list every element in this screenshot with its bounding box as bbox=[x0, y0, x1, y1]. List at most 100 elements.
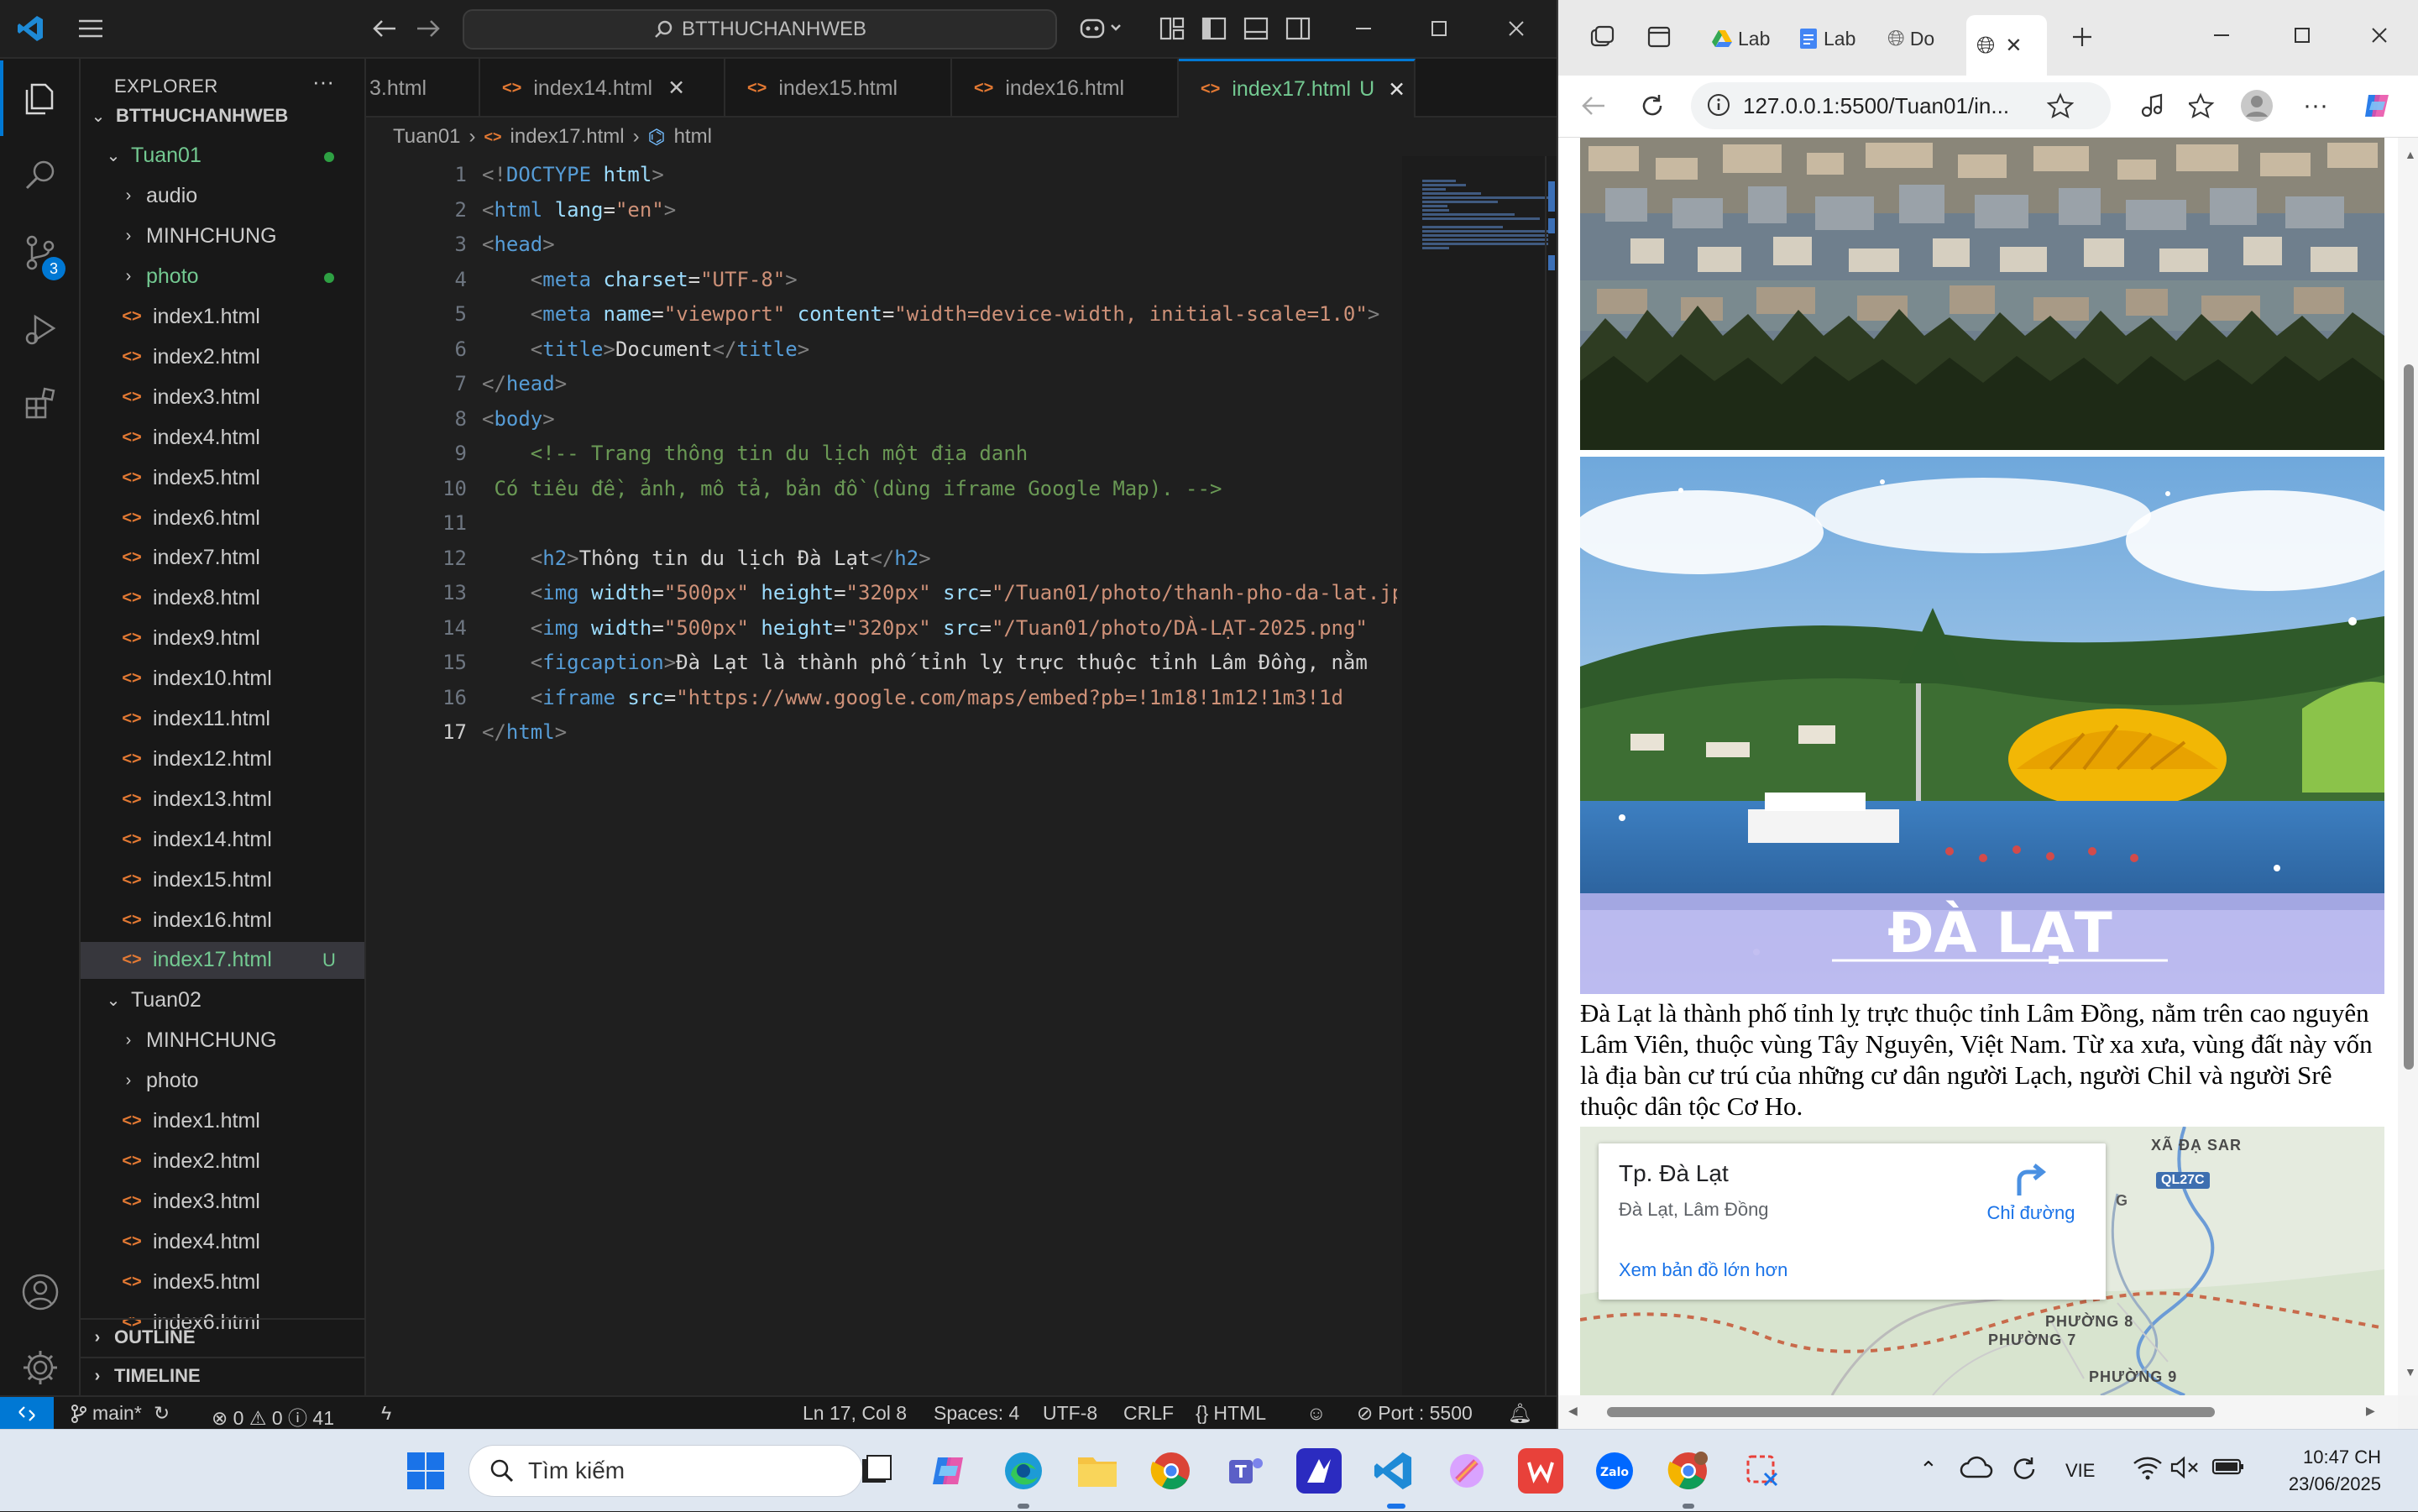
show-hidden-icons-chevron-up-icon[interactable]: ⌃ bbox=[1919, 1457, 1938, 1483]
tree-file-item[interactable]: <> index8.html bbox=[81, 580, 364, 617]
teams-icon[interactable]: T bbox=[1222, 1448, 1268, 1494]
minimap[interactable] bbox=[1402, 156, 1557, 1395]
git-branch[interactable]: main* ↻ bbox=[71, 1402, 170, 1425]
view-larger-map-link[interactable]: Xem bản đồ lớn hơn bbox=[1619, 1259, 1787, 1281]
input-language[interactable]: VIE bbox=[2065, 1460, 2095, 1482]
remote-indicator-icon[interactable] bbox=[0, 1397, 54, 1431]
volume-muted-icon[interactable] bbox=[2169, 1455, 2200, 1480]
breadcrumb-folder[interactable]: Tuan01 bbox=[393, 125, 461, 149]
tree-folder-item[interactable]: › photo bbox=[81, 1063, 364, 1100]
vertical-scroll-thumb[interactable] bbox=[2404, 364, 2414, 1070]
tree-file-item[interactable]: <> index4.html bbox=[81, 1223, 364, 1260]
toggle-secondary-sidebar-icon[interactable] bbox=[1281, 12, 1315, 45]
code-line[interactable]: <meta name="viewport" content="width=dev… bbox=[482, 302, 1397, 326]
visual-studio-icon[interactable] bbox=[1296, 1448, 1342, 1494]
wifi-icon[interactable] bbox=[2133, 1455, 2163, 1480]
tree-folder-item[interactable]: › audio bbox=[81, 178, 364, 215]
browser-tab-lab-2[interactable]: Lab bbox=[1798, 18, 1855, 59]
tree-file-item[interactable]: <> index4.html bbox=[81, 419, 364, 456]
profile-avatar[interactable] bbox=[2240, 89, 2274, 123]
wps-office-icon[interactable] bbox=[1518, 1448, 1563, 1494]
scroll-down-arrow-icon[interactable]: ▼ bbox=[2405, 1365, 2416, 1379]
accounts-icon[interactable] bbox=[0, 1254, 81, 1330]
cursor-position[interactable]: Ln 17, Col 8 bbox=[803, 1402, 907, 1425]
tree-file-item[interactable]: <> index13.html bbox=[81, 781, 364, 818]
taskbar-search[interactable]: Tìm kiếm bbox=[468, 1445, 863, 1497]
code-area[interactable]: 1 <!DOCTYPE html> 2 <html lang="en"> 3 <head>… bbox=[366, 156, 1397, 1395]
zalo-icon[interactable]: Zalo bbox=[1592, 1448, 1637, 1494]
tree-folder-item[interactable]: ⌄ Tuan01 bbox=[81, 138, 364, 175]
notifications-bell-icon[interactable]: 🔔︎ bbox=[1508, 1402, 1532, 1425]
tree-file-item[interactable]: <> index3.html bbox=[81, 379, 364, 416]
code-line[interactable]: <img width="500px" height="320px" src="/… bbox=[482, 581, 1397, 604]
tree-file-item[interactable]: <> index1.html bbox=[81, 1103, 364, 1140]
task-view-icon[interactable] bbox=[853, 1448, 898, 1494]
scroll-left-arrow-icon[interactable]: ◀ bbox=[1568, 1404, 1578, 1418]
read-aloud-icon[interactable] bbox=[2136, 89, 2169, 123]
tree-file-item[interactable]: <> index3.html bbox=[81, 1183, 364, 1220]
back-arrow-icon[interactable] bbox=[368, 12, 401, 45]
maximize-icon[interactable] bbox=[2285, 18, 2319, 52]
tree-folder-item[interactable]: › MINHCHUNG bbox=[81, 218, 364, 255]
battery-icon[interactable] bbox=[2211, 1457, 2245, 1477]
minimize-icon[interactable] bbox=[2205, 18, 2238, 52]
tab-index14[interactable]: <> index14.html ✕ bbox=[480, 59, 725, 118]
tab-index17[interactable]: <> index17.html U ✕ bbox=[1179, 59, 1416, 118]
tree-file-item[interactable]: <> index2.html bbox=[81, 338, 364, 375]
code-line[interactable]: <head> bbox=[482, 233, 1397, 256]
source-control-icon[interactable]: 3 bbox=[0, 215, 81, 290]
tree-file-item[interactable]: <> index11.html bbox=[81, 701, 364, 738]
explorer-icon[interactable] bbox=[0, 60, 81, 136]
google-map-embed[interactable]: XÃ ĐẠ SAR QL27C G PHƯỜNG 8 PHƯỜNG 7 PHƯỜ… bbox=[1580, 1127, 2384, 1395]
tree-root-folder[interactable]: ⌄ BTTHUCHANHWEB bbox=[81, 97, 364, 134]
snipping-tool-icon[interactable] bbox=[1740, 1448, 1785, 1494]
tree-file-item[interactable]: <> index6.html bbox=[81, 500, 364, 536]
code-line[interactable]: Có tiêu đề, ảnh, mô tả, bản đồ (dùng ifr… bbox=[482, 477, 1397, 500]
onedrive-cloud-icon[interactable] bbox=[1960, 1455, 1993, 1480]
browser-tab-active[interactable]: 🌐︎ ✕ bbox=[1966, 15, 2047, 76]
tree-file-item[interactable]: <> index10.html bbox=[81, 661, 364, 698]
breadcrumb-file[interactable]: index17.html bbox=[510, 125, 625, 149]
page-viewport[interactable]: ĐÀ LẠT Đà Lạt là thành phố tỉnh lỵ trực … bbox=[1558, 138, 2398, 1395]
code-line[interactable]: </head> bbox=[482, 372, 1397, 395]
outline-section[interactable]: › OUTLINE bbox=[81, 1318, 364, 1355]
code-line[interactable]: <body> bbox=[482, 407, 1397, 431]
scroll-right-arrow-icon[interactable]: ▶ bbox=[2366, 1404, 2375, 1418]
info-icon[interactable] bbox=[1706, 92, 1731, 118]
vscode-app-icon[interactable] bbox=[1370, 1448, 1416, 1494]
scroll-up-arrow-icon[interactable]: ▲ bbox=[2405, 148, 2416, 161]
page-horizontal-scrollbar[interactable]: ◀ ▶ bbox=[1558, 1395, 2398, 1429]
search-icon[interactable] bbox=[0, 138, 81, 213]
tree-file-item[interactable]: <> index17.html U bbox=[81, 941, 364, 979]
live-server-port[interactable]: ⊘ Port : 5500 bbox=[1357, 1402, 1473, 1425]
code-line[interactable]: <iframe src="https://www.google.com/maps… bbox=[482, 686, 1397, 709]
code-line[interactable]: <!DOCTYPE html> bbox=[482, 163, 1397, 186]
tab-actions-icon[interactable] bbox=[1642, 20, 1676, 54]
tab-index15[interactable]: <> index15.html bbox=[725, 59, 952, 118]
tree-folder-item[interactable]: › photo bbox=[81, 259, 364, 296]
code-line[interactable]: <!-- Trang thông tin du lịch một địa dan… bbox=[482, 442, 1397, 465]
edge-app-icon[interactable] bbox=[1001, 1448, 1046, 1494]
run-debug-icon[interactable] bbox=[0, 290, 81, 366]
directions-button[interactable]: Chỉ đường bbox=[1976, 1162, 2086, 1224]
tree-file-item[interactable]: <> index7.html bbox=[81, 540, 364, 577]
editor-scrollbar[interactable] bbox=[1545, 156, 1557, 1395]
copilot-icon[interactable] bbox=[1076, 12, 1127, 45]
horizontal-scroll-thumb[interactable] bbox=[1607, 1407, 2215, 1417]
forward-arrow-icon[interactable] bbox=[411, 12, 445, 45]
sync-icon[interactable] bbox=[2010, 1455, 2039, 1483]
tree-file-item[interactable]: <> index9.html bbox=[81, 620, 364, 657]
tree-file-item[interactable]: <> index14.html bbox=[81, 821, 364, 858]
workspaces-icon[interactable] bbox=[1585, 20, 1619, 54]
settings-more-icon[interactable]: ··· bbox=[2299, 89, 2332, 123]
code-editor[interactable]: 1 <!DOCTYPE html> 2 <html lang="en"> 3 <head>… bbox=[366, 156, 1557, 1395]
tab-close-icon[interactable]: ✕ bbox=[2005, 34, 2022, 58]
command-center-search[interactable]: BTTHUCHANHWEB bbox=[463, 9, 1057, 50]
toggle-panel-icon[interactable] bbox=[1239, 12, 1273, 45]
tab-close-icon[interactable]: ✕ bbox=[1388, 77, 1405, 102]
language-mode[interactable]: {} HTML bbox=[1196, 1402, 1266, 1425]
copilot-icon[interactable] bbox=[2361, 89, 2394, 123]
tree-file-item[interactable]: <> index16.html bbox=[81, 902, 364, 939]
encoding[interactable]: UTF-8 bbox=[1043, 1402, 1097, 1425]
breadcrumb-symbol[interactable]: html bbox=[674, 125, 712, 149]
